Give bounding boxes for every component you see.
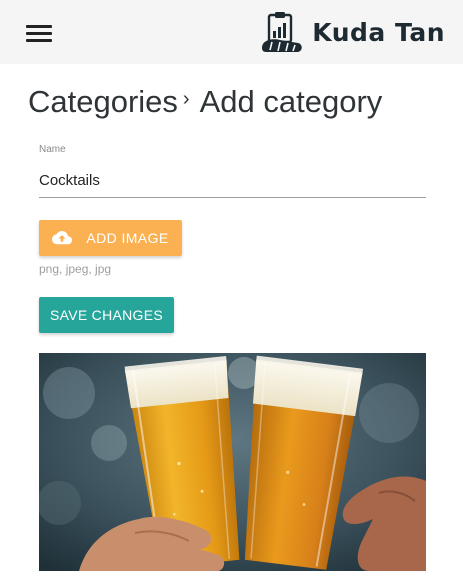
file-type-hint: png, jpeg, jpg <box>39 262 112 276</box>
add-image-label: ADD IMAGE <box>86 230 169 246</box>
chevron-right-icon: › <box>182 87 190 110</box>
category-image-preview <box>39 353 426 571</box>
brand-name: Kuda Tan <box>312 17 445 47</box>
menu-bar <box>26 25 52 28</box>
app-header: Kuda Tan <box>0 0 463 64</box>
page-title: Add category <box>199 84 383 119</box>
name-field[interactable] <box>39 164 426 198</box>
cloud-upload-icon <box>52 231 73 245</box>
breadcrumb: Categories › Add category <box>28 82 382 122</box>
breadcrumb-categories-link[interactable]: Categories <box>28 84 178 120</box>
name-field-label: Name <box>39 144 66 155</box>
add-image-button[interactable]: ADD IMAGE <box>39 220 182 256</box>
save-changes-button[interactable]: SAVE CHANGES <box>39 297 174 333</box>
menu-bar <box>26 32 52 35</box>
clipboard-logo-icon <box>262 12 303 52</box>
brand[interactable]: Kuda Tan <box>258 10 445 54</box>
hamburger-menu-icon[interactable] <box>26 25 52 43</box>
menu-bar <box>26 39 52 42</box>
